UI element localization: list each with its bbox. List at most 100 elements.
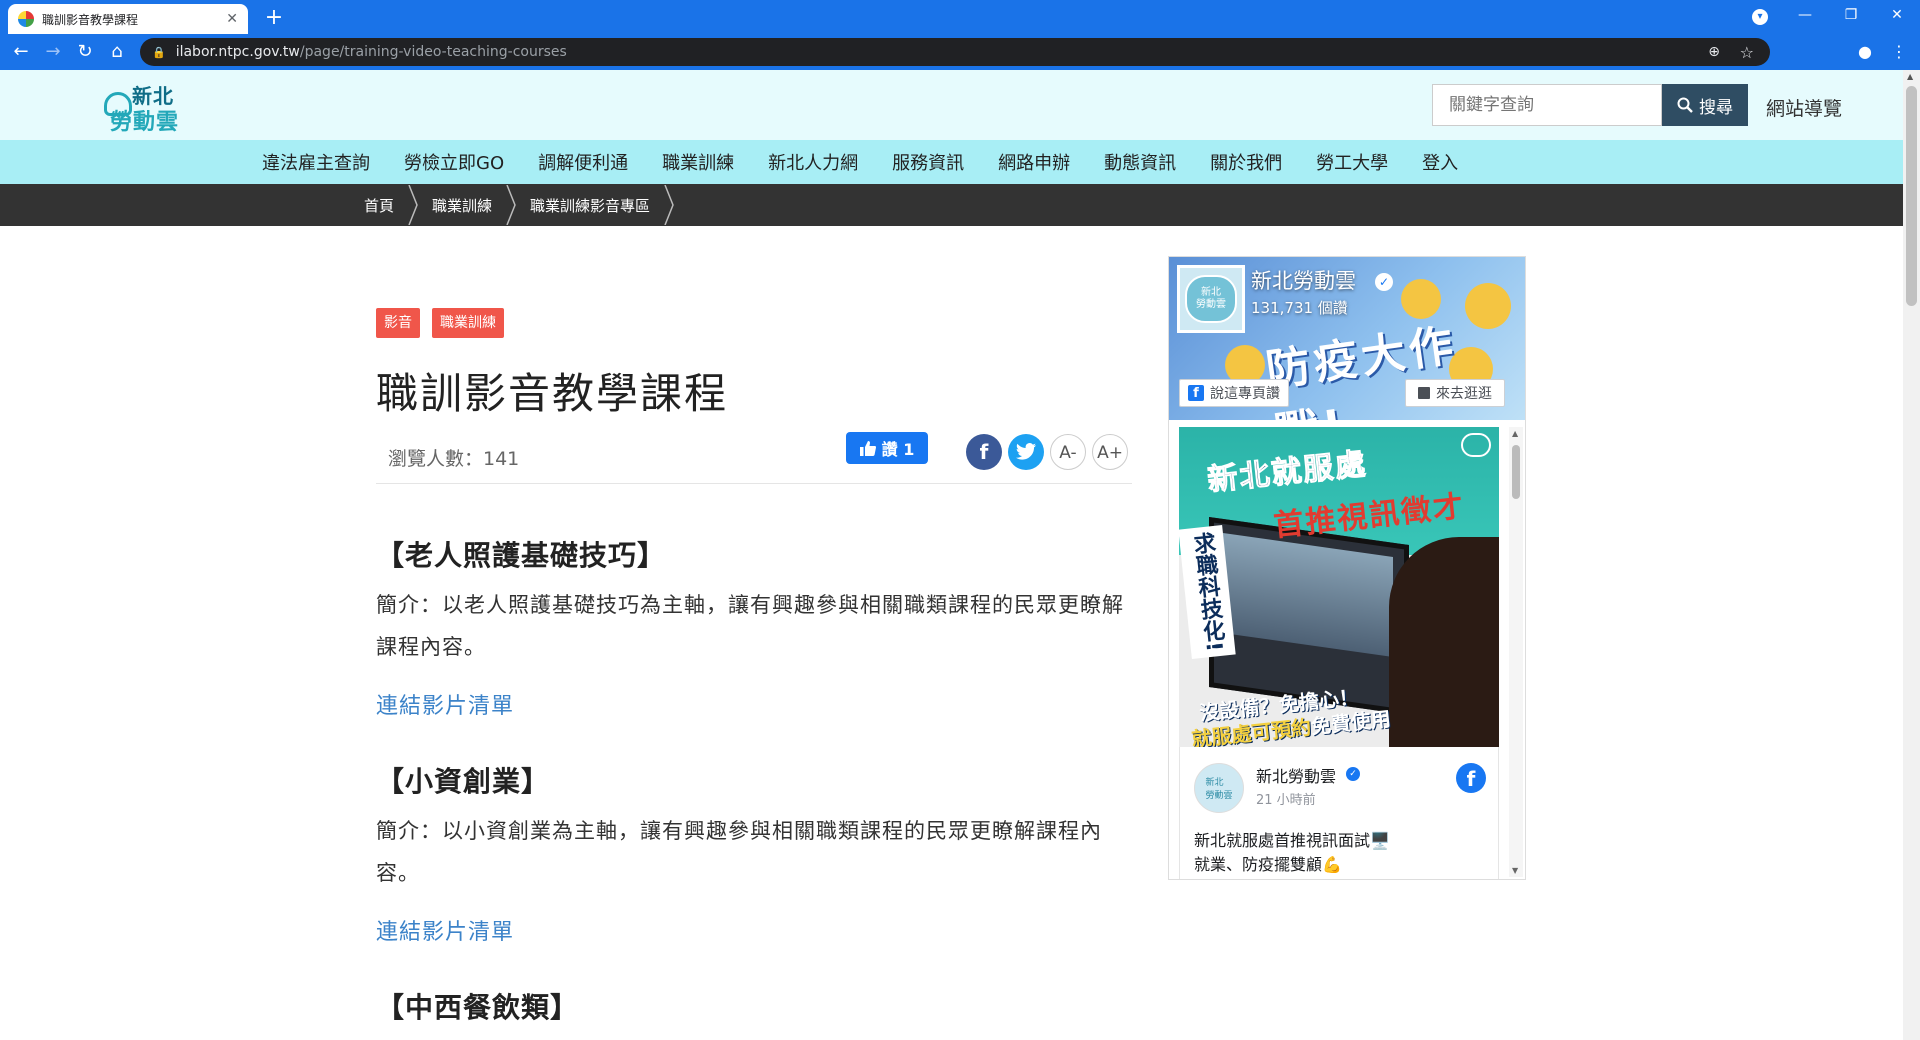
nav-item-vocational-training[interactable]: 職業訓練 (662, 149, 734, 175)
site-favicon-icon (18, 11, 34, 27)
post-person-illustration (1389, 537, 1499, 747)
nav-item-mediation[interactable]: 調解便利通 (538, 149, 628, 175)
fb-post-text-line: 就業、防疫擺雙顧💪 (1194, 855, 1342, 874)
reload-icon[interactable]: ↻ (70, 37, 100, 67)
section-heading: 【老人照護基礎技巧】 (376, 539, 667, 572)
facebook-f-icon: f (1188, 385, 1204, 401)
scroll-up-arrow-icon[interactable]: ▲ (1512, 429, 1518, 438)
nav-item-online-application[interactable]: 網路申辦 (998, 149, 1070, 175)
scroll-up-arrow-icon[interactable]: ▲ (1907, 72, 1913, 81)
tab-close-icon[interactable]: ✕ (226, 11, 238, 27)
scroll-down-arrow-icon[interactable]: ▼ (1512, 866, 1518, 875)
nav-item-manpower[interactable]: 新北人力網 (768, 149, 858, 175)
verified-badge-icon: ✓ (1346, 767, 1360, 781)
fb-cover-image[interactable]: 防疫大作戰! 新北 勞動雲 新北勞動雲 ✓ 131,731 個讚 f 說這專頁讚 … (1169, 257, 1525, 420)
account-icon[interactable]: ● (1850, 37, 1880, 67)
bookmark-star-icon[interactable]: ☆ (1740, 43, 1754, 62)
fb-like-page-button[interactable]: f 說這專頁讚 (1179, 379, 1289, 407)
share-facebook-icon[interactable]: f (966, 434, 1002, 470)
tag-vocational-training[interactable]: 職業訓練 (432, 308, 504, 338)
home-icon[interactable]: ⌂ (102, 37, 132, 67)
breadcrumb-chevron-icon (408, 185, 418, 225)
fb-shop-label: 來去逛逛 (1436, 386, 1492, 402)
sitemap-link[interactable]: 網站導覽 (1766, 94, 1842, 121)
font-increase-button[interactable]: A+ (1092, 434, 1128, 470)
fb-post-text: 新北就服處首推視訊面試🖥️ 就業、防疫擺雙顧💪 (1194, 829, 1390, 877)
thumbs-up-icon (859, 440, 876, 456)
site-logo[interactable]: 新北 勞動雲 (104, 78, 184, 135)
fb-post-avatar[interactable]: 新北 勞動雲 (1194, 763, 1244, 813)
close-window-icon[interactable]: ✕ (1874, 0, 1920, 34)
font-decrease-button[interactable]: A- (1050, 434, 1086, 470)
section-intro: 簡介：以小資創業為主軸，讓有興趣參與相關職類課程的民眾更瞭解課程內容。 (376, 819, 1102, 885)
menu-dots-icon[interactable]: ⋮ (1884, 37, 1914, 67)
fb-like-button[interactable]: 讚 1 (846, 432, 928, 464)
twitter-bird-icon (1016, 443, 1036, 460)
browser-tab-bar: 職訓影音教學課程 ✕ + ▾ — ❐ ✕ (0, 0, 1920, 34)
video-list-link[interactable]: 連結影片清單 (376, 914, 514, 946)
content-divider (376, 483, 1132, 484)
site-header: 新北 勞動雲 搜尋 網站導覽 (0, 70, 1903, 140)
breadcrumb-chevron-icon (506, 185, 516, 225)
forward-arrow-icon[interactable]: → (38, 37, 68, 67)
minimize-icon[interactable]: — (1782, 0, 1828, 34)
browser-profile-dot-icon[interactable]: ▾ (1752, 9, 1768, 25)
nav-item-labor-inspection[interactable]: 勞檢立即GO (404, 149, 504, 175)
address-bar[interactable]: 🔒 ilabor.ntpc.gov.tw /page/training-vide… (140, 38, 1770, 66)
browser-tab[interactable]: 職訓影音教學課程 ✕ (8, 4, 248, 34)
verified-badge-icon: ✓ (1375, 273, 1393, 291)
main-nav: 違法雇主查詢 勞檢立即GO 調解便利通 職業訓練 新北人力網 服務資訊 網路申辦… (0, 140, 1903, 184)
logo-text-line2: 勞動雲 (110, 110, 180, 135)
section-heading: 【小資創業】 (376, 765, 551, 798)
fb-like-label: 讚 1 (881, 440, 915, 459)
page-scroll-thumb[interactable] (1906, 86, 1917, 306)
facebook-page-widget: 防疫大作戰! 新北 勞動雲 新北勞動雲 ✓ 131,731 個讚 f 說這專頁讚 … (1168, 256, 1526, 880)
fb-post-card: 新北 勞動雲 新北勞動雲 ✓ 21 小時前 f 新北就服處首推視訊面試🖥️ 就業、… (1179, 747, 1499, 879)
tab-title: 職訓影音教學課程 (42, 12, 139, 27)
fb-post-time[interactable]: 21 小時前 (1256, 789, 1316, 808)
fb-like-count: 131,731 個讚 (1251, 299, 1348, 317)
breadcrumb-current[interactable]: 職業訓練影音專區 (530, 195, 650, 216)
nav-item-login[interactable]: 登入 (1422, 149, 1458, 175)
lock-icon[interactable]: 🔒 (152, 46, 166, 59)
post-headline-1: 新北就服處 (1205, 446, 1369, 499)
nav-item-service-info[interactable]: 服務資訊 (892, 149, 964, 175)
keyword-search-input[interactable] (1432, 84, 1662, 126)
fb-widget-scrollbar[interactable]: ▲ ▼ (1509, 427, 1523, 877)
video-list-link[interactable]: 連結影片清單 (376, 688, 514, 720)
page-title: 職訓影音教學課程 (376, 369, 729, 418)
fb-scroll-thumb[interactable] (1512, 445, 1520, 499)
tag-video[interactable]: 影音 (376, 308, 420, 338)
page-scrollbar[interactable]: ▲ (1903, 70, 1920, 1040)
url-host: ilabor.ntpc.gov.tw (175, 44, 300, 60)
breadcrumb-home[interactable]: 首頁 (364, 195, 394, 216)
nav-item-about[interactable]: 關於我們 (1210, 149, 1282, 175)
url-path: /page/training-video-teaching-courses (299, 44, 567, 60)
fb-post-author[interactable]: 新北勞動雲 (1256, 763, 1336, 787)
search-icon (1677, 97, 1693, 113)
new-tab-button[interactable]: + (260, 4, 288, 32)
section-intro: 簡介：以老人照護基礎技巧為主軸，讓有興趣參與相關職類課程的民眾更瞭解課程內容。 (376, 593, 1124, 659)
zoom-icon[interactable]: ⊕ (1708, 44, 1720, 60)
fb-page-name[interactable]: 新北勞動雲 (1251, 265, 1356, 295)
post-logo-badge-icon (1461, 433, 1491, 457)
search-button[interactable]: 搜尋 (1662, 84, 1748, 126)
post-headline-2: 首推視訊徵才 (1272, 489, 1467, 544)
browser-toolbar: ← → ↻ ⌂ 🔒 ilabor.ntpc.gov.tw /page/train… (0, 34, 1920, 70)
nav-item-labor-university[interactable]: 勞工大學 (1316, 149, 1388, 175)
nav-item-employer-violation[interactable]: 違法雇主查詢 (262, 149, 370, 175)
section-heading: 【中西餐飲類】 (376, 991, 580, 1024)
post-caption-2b: 免費使用 (1309, 706, 1392, 739)
nav-item-news[interactable]: 動態資訊 (1104, 149, 1176, 175)
breadcrumb-training[interactable]: 職業訓練 (432, 195, 492, 216)
fb-page-avatar[interactable]: 新北 勞動雲 (1177, 265, 1245, 333)
share-twitter-icon[interactable] (1008, 434, 1044, 470)
facebook-logo-icon[interactable]: f (1456, 763, 1486, 793)
fb-shop-button[interactable]: 來去逛逛 (1405, 379, 1505, 407)
search-button-label: 搜尋 (1699, 97, 1733, 117)
back-arrow-icon[interactable]: ← (6, 37, 36, 67)
fb-post-image[interactable]: 新北就服處 首推視訊徵才 求職科技化! 沒設備？免擔心！ 就服處可預約免費使用 (1179, 427, 1499, 747)
fb-post-text-line: 新北就服處首推視訊面試🖥️ (1194, 831, 1390, 850)
shopping-bag-icon (1418, 387, 1430, 399)
restore-icon[interactable]: ❐ (1828, 0, 1874, 34)
